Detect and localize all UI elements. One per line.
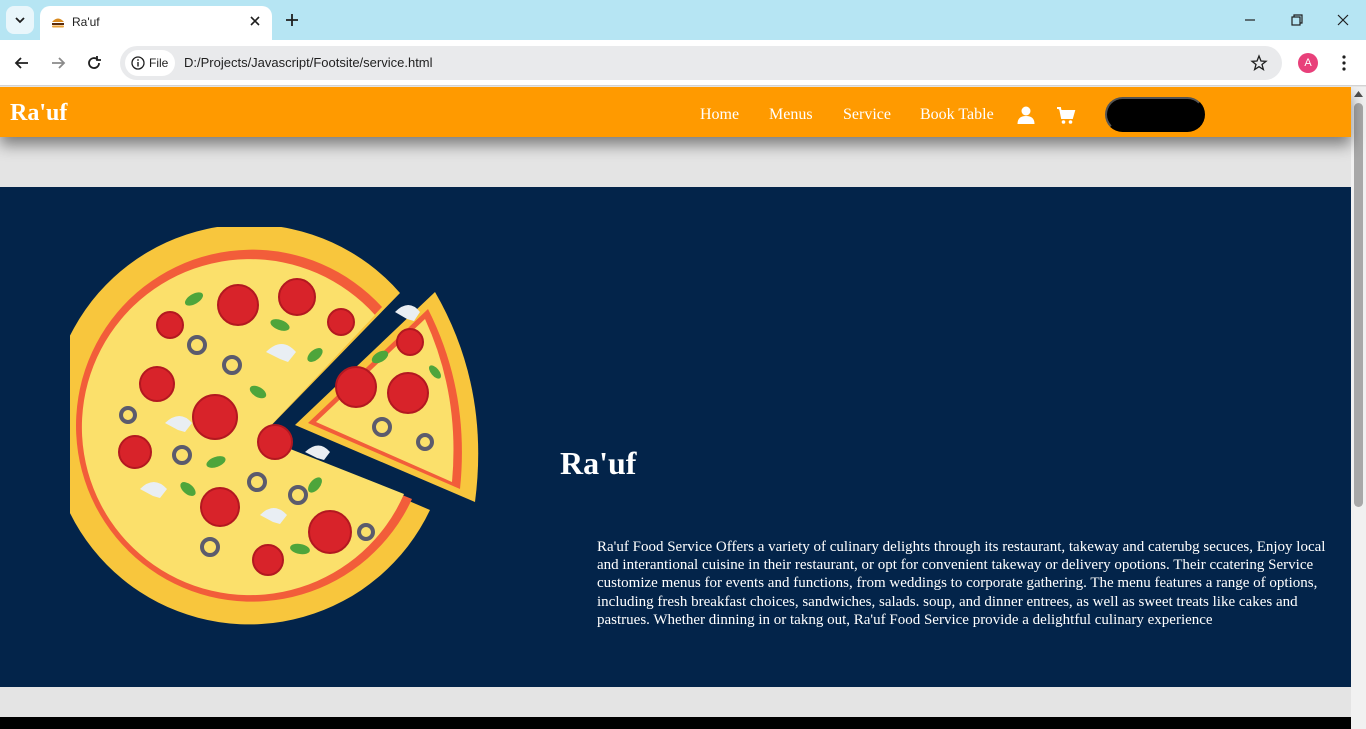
browser-tab-bar: Ra'uf [0, 0, 1366, 40]
pizza-illustration [70, 227, 479, 625]
hero-description: Ra'uf Food Service Offers a variety of c… [597, 539, 1326, 628]
user-icon[interactable] [1016, 105, 1036, 125]
back-arrow-icon[interactable] [12, 53, 32, 73]
address-bar[interactable]: File D:/Projects/Javascript/Footsite/ser… [120, 46, 1282, 80]
new-tab-icon[interactable] [282, 10, 302, 30]
site-header: Ra'uf Home Menus Service Book Table [0, 87, 1351, 137]
minimize-icon[interactable] [1242, 12, 1258, 28]
nav-service-link[interactable]: Service [843, 106, 891, 124]
hero-title: Ra'uf [560, 445, 637, 481]
order-online-button[interactable] [1105, 97, 1205, 132]
page-scrollbar[interactable] [1351, 87, 1366, 729]
scroll-up-arrow-icon[interactable] [1354, 91, 1363, 97]
service-hero: Ra'uf Ra'uf Food Service Offers a variet… [0, 187, 1351, 687]
scrollbar-thumb[interactable] [1354, 103, 1363, 507]
nav-book-table-link[interactable]: Book Table [920, 106, 994, 124]
close-tab-icon[interactable] [248, 14, 262, 28]
reload-icon[interactable] [84, 53, 104, 73]
profile-initial: A [1304, 57, 1312, 69]
chevron-down-icon [15, 17, 25, 24]
more-menu-icon[interactable] [1334, 53, 1354, 73]
site-info-chip[interactable]: File [125, 50, 175, 76]
burger-favicon-icon [52, 18, 64, 28]
bookmark-star-icon[interactable] [1250, 54, 1268, 72]
browser-tab[interactable]: Ra'uf [40, 6, 272, 40]
nav-home-link[interactable]: Home [700, 106, 739, 124]
footer-strip [0, 717, 1351, 729]
cart-icon[interactable] [1056, 105, 1076, 125]
site-chip-label: File [149, 56, 169, 70]
site-brand[interactable]: Ra'uf [10, 100, 67, 127]
page-viewport: Ra'uf Home Menus Service Book Table Ra'u… [0, 87, 1366, 729]
tab-search-button[interactable] [6, 6, 34, 34]
forward-arrow-icon[interactable] [48, 53, 68, 73]
nav-menus-link[interactable]: Menus [769, 106, 813, 124]
url-text[interactable]: D:/Projects/Javascript/Footsite/service.… [184, 55, 433, 70]
close-window-icon[interactable] [1335, 12, 1351, 28]
restore-icon[interactable] [1289, 12, 1305, 28]
tab-title: Ra'uf [72, 15, 100, 29]
profile-avatar[interactable]: A [1298, 53, 1318, 73]
info-icon [131, 56, 145, 70]
browser-toolbar: File D:/Projects/Javascript/Footsite/ser… [0, 40, 1366, 86]
